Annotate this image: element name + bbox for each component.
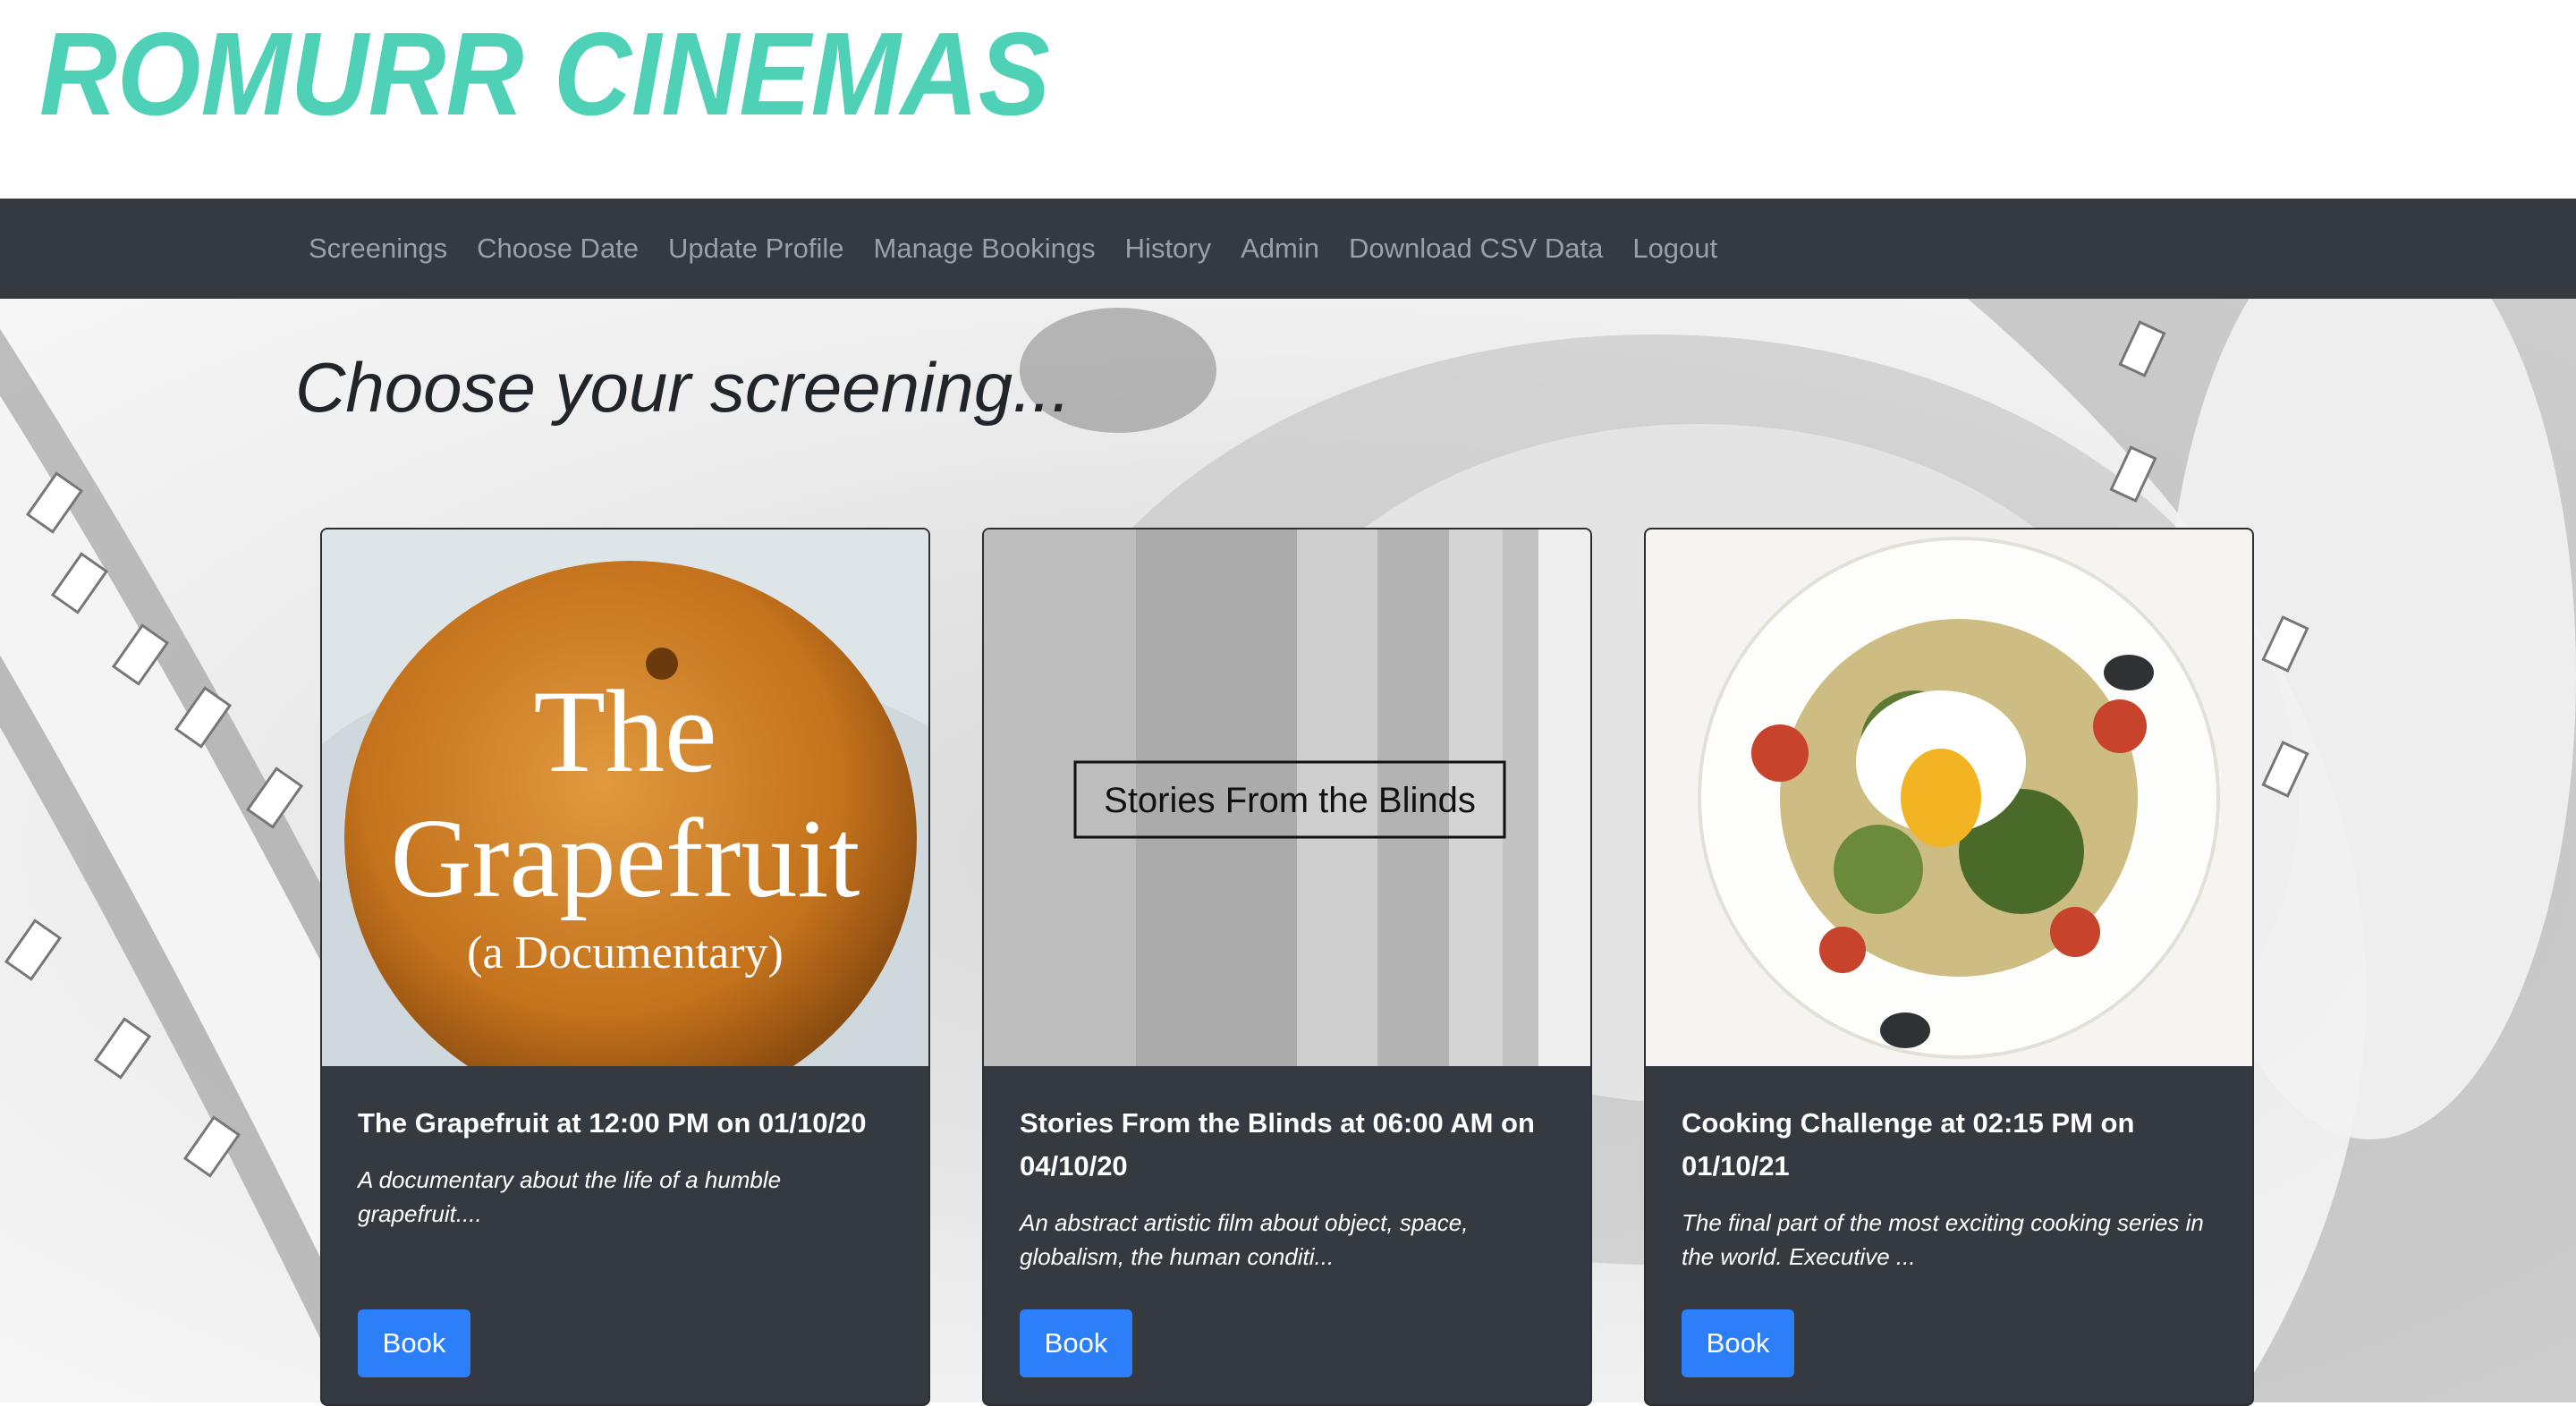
nav-list: Screenings Choose Date Update Profile Ma… bbox=[309, 199, 1747, 299]
screening-description: The final part of the most exciting cook… bbox=[1682, 1209, 2204, 1270]
screening-title: Cooking Challenge at 02:15 PM on 01/10/2… bbox=[1682, 1107, 2135, 1182]
poster-subtitle: (a Documentary) bbox=[467, 927, 784, 978]
screening-description: An abstract artistic film about object, … bbox=[1020, 1209, 1469, 1270]
grapefruit-poster: The Grapefruit (a Documentary) bbox=[322, 529, 928, 1066]
screening-card: Cooking Challenge at 02:15 PM on 01/10/2… bbox=[1644, 528, 2254, 1406]
nav-update-profile[interactable]: Update Profile bbox=[668, 233, 843, 265]
poster-title: Stories From the Blinds bbox=[1104, 781, 1476, 820]
nav-logout[interactable]: Logout bbox=[1632, 233, 1717, 265]
screening-card: Stories From the Blinds Stories From the… bbox=[982, 528, 1592, 1406]
nav-history[interactable]: History bbox=[1125, 233, 1211, 265]
card-body: Cooking Challenge at 02:15 PM on 01/10/2… bbox=[1682, 1102, 2218, 1274]
poster-image: The Grapefruit (a Documentary) bbox=[322, 529, 928, 1066]
poster-title-line1: The bbox=[533, 665, 716, 797]
main-navbar: Screenings Choose Date Update Profile Ma… bbox=[0, 199, 2576, 299]
poster-title-line2: Grapefruit bbox=[391, 797, 860, 921]
poster-image bbox=[1646, 529, 2252, 1066]
site-logo[interactable]: ROMURR CINEMAS bbox=[36, 9, 1064, 152]
screening-title: The Grapefruit at 12:00 PM on 01/10/20 bbox=[358, 1107, 867, 1139]
nav-download-csv[interactable]: Download CSV Data bbox=[1349, 233, 1603, 265]
logo-text: ROMURR CINEMAS bbox=[39, 9, 1050, 140]
book-button[interactable]: Book bbox=[358, 1309, 470, 1377]
nav-admin[interactable]: Admin bbox=[1241, 233, 1319, 265]
nav-manage-bookings[interactable]: Manage Bookings bbox=[874, 233, 1096, 265]
screening-description: A documentary about the life of a humble… bbox=[358, 1166, 782, 1227]
card-body: Stories From the Blinds at 06:00 AM on 0… bbox=[1020, 1102, 1556, 1274]
nav-screenings[interactable]: Screenings bbox=[309, 233, 447, 265]
blinds-poster: Stories From the Blinds bbox=[984, 529, 1590, 1066]
card-body: The Grapefruit at 12:00 PM on 01/10/20 A… bbox=[358, 1102, 894, 1231]
pasta-dish-poster bbox=[1646, 529, 2252, 1066]
page-heading: Choose your screening... bbox=[295, 348, 1072, 427]
screening-title: Stories From the Blinds at 06:00 AM on 0… bbox=[1020, 1107, 1535, 1182]
site-header: ROMURR CINEMAS bbox=[0, 0, 2576, 199]
book-button[interactable]: Book bbox=[1682, 1309, 1794, 1377]
nav-choose-date[interactable]: Choose Date bbox=[477, 233, 639, 265]
poster-image: Stories From the Blinds bbox=[984, 529, 1590, 1066]
screening-card: The Grapefruit (a Documentary) The Grape… bbox=[320, 528, 930, 1406]
book-button[interactable]: Book bbox=[1020, 1309, 1132, 1377]
